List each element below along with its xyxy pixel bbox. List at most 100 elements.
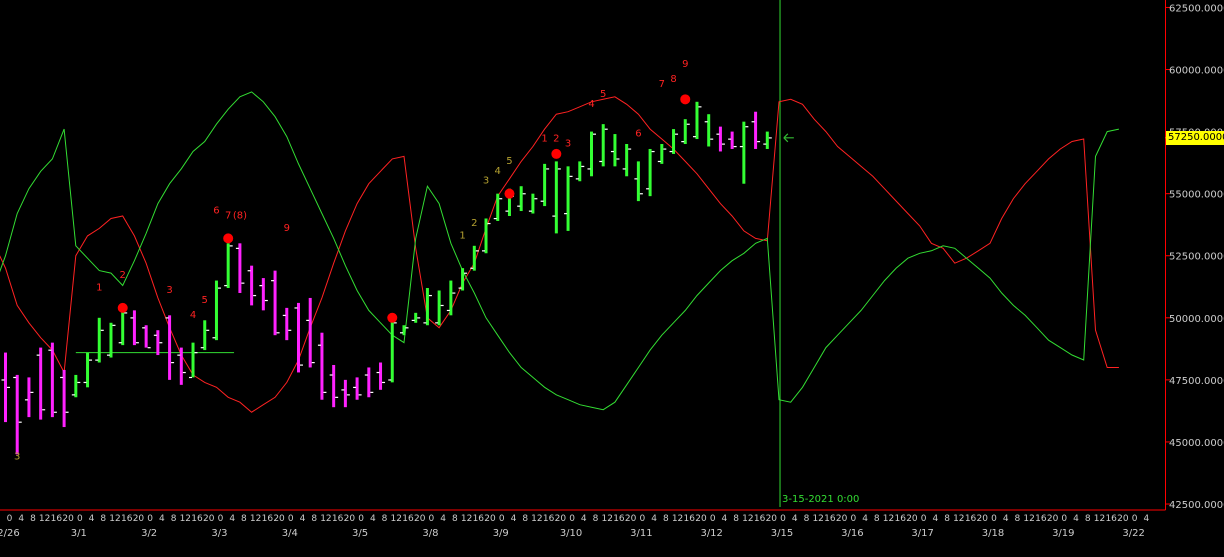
x-hour-label: 12	[1094, 514, 1105, 524]
bar-open-tick	[435, 322, 439, 324]
bar-close-tick	[206, 329, 210, 331]
x-hour-label: 0	[218, 514, 224, 524]
bar-close-tick	[147, 347, 151, 349]
x-hour-label: 0	[780, 514, 786, 524]
bar-range	[27, 377, 31, 418]
x-hour-label: 4	[722, 514, 728, 524]
bar-range	[297, 302, 300, 373]
bar-close-tick	[100, 329, 104, 331]
bar-close-tick	[546, 168, 550, 170]
x-hour-label: 16	[684, 514, 696, 524]
bar-open-tick	[657, 160, 661, 163]
bar-close-tick	[604, 128, 608, 130]
x-hour-label: 0	[921, 514, 927, 524]
x-hour-label: 4	[89, 514, 95, 524]
bar-close-tick	[264, 299, 268, 302]
bar-close-tick	[733, 145, 737, 148]
x-hour-label: 4	[792, 514, 798, 524]
bar-close-tick	[194, 352, 198, 354]
bar-open-tick	[118, 342, 122, 344]
bar-range	[718, 126, 722, 152]
bar-range	[754, 111, 758, 149]
bar-open-tick	[95, 359, 99, 361]
bar-open-tick	[177, 354, 181, 356]
x-hour-label: 8	[874, 514, 880, 524]
bar-open-tick	[751, 121, 755, 123]
x-hour-label: 16	[191, 514, 203, 524]
x-date-label: 3/1	[71, 528, 87, 539]
x-hour-label: 8	[241, 514, 247, 524]
count-label: 9	[284, 223, 290, 234]
x-hour-label: 8	[1015, 514, 1021, 524]
bar-range	[109, 322, 113, 358]
bar-close-tick	[300, 364, 303, 366]
bar-open-tick	[329, 374, 333, 376]
bar-open-tick	[692, 136, 696, 138]
count-label: 6	[635, 129, 641, 140]
bar-range	[414, 312, 418, 323]
bar-open-tick	[634, 178, 638, 180]
bar-open-tick	[353, 386, 357, 389]
bar-open-tick	[235, 247, 239, 249]
x-hour-label: 8	[452, 514, 458, 524]
bar-range	[332, 364, 336, 408]
bar-close-tick	[757, 141, 761, 143]
bar-range	[496, 193, 500, 221]
x-hour-label: 4	[229, 514, 235, 524]
x-hour-label: 0	[640, 514, 646, 524]
x-hour-label: 20	[836, 514, 848, 524]
x-hour-label: 8	[30, 514, 36, 524]
bar-open-tick	[493, 217, 497, 220]
x-hour-label: 0	[77, 514, 83, 524]
x-hour-label: 12	[883, 514, 894, 524]
bar-close-tick	[53, 411, 57, 413]
bar-close-tick	[358, 394, 362, 396]
count-label: 7	[225, 210, 231, 221]
x-hour-label: 0	[1132, 514, 1138, 524]
x-hour-label: 0	[288, 514, 294, 524]
x-date-label: 3/5	[352, 528, 368, 539]
price-chart[interactable]: 3123456 7 (8)9123451 2 34567 89 62500.0000600…	[0, 0, 1224, 553]
x-hour-label: 4	[511, 514, 517, 524]
bar-open-tick	[704, 121, 708, 123]
bar-range	[461, 268, 465, 291]
bar-range	[214, 280, 218, 341]
bar-close-tick	[135, 342, 139, 344]
x-date-label: 2/26	[0, 528, 20, 539]
y-tick-label: 62500.0000	[1169, 3, 1224, 14]
x-hour-label: 0	[710, 514, 716, 524]
bar-close-tick	[370, 391, 374, 393]
bar-close-tick	[42, 409, 46, 411]
x-hour-label: 0	[991, 514, 997, 524]
x-hour-label: 12	[109, 514, 120, 524]
bar-open-tick	[60, 376, 64, 379]
x-hour-label: 4	[159, 514, 165, 524]
bar-close-tick	[534, 198, 538, 200]
bar-close-tick	[569, 175, 573, 177]
bar-range	[261, 278, 265, 311]
count-label: 5	[202, 295, 208, 306]
count-label: 9	[682, 59, 688, 70]
count-label: 5	[506, 156, 512, 167]
bar-close-tick	[311, 361, 315, 364]
x-hour-label: 0	[499, 514, 505, 524]
bar-close-tick	[124, 312, 128, 314]
bar-close-tick	[593, 133, 596, 135]
x-hour-label: 12	[742, 514, 753, 524]
bar-open-tick	[587, 168, 591, 170]
chart-area[interactable]: 3 1 2 3 4 5 6 7 (8) 9 1 2 3 4 5 1 2 3 4 5 6 7 8 9 62500.0000 600…	[0, 0, 1224, 553]
count-label: 4	[190, 310, 196, 321]
bar-range	[636, 161, 640, 202]
x-hour-label: 16	[543, 514, 555, 524]
bar-close-tick	[522, 193, 526, 195]
count-label: 1	[96, 282, 102, 293]
bar-range	[601, 124, 605, 167]
y-tick-label: 50000.0000	[1169, 314, 1224, 325]
bar-range	[285, 307, 289, 341]
bar-range	[554, 161, 558, 234]
x-hour-label: 16	[1035, 514, 1047, 524]
bar-close-tick	[18, 421, 22, 423]
bar-range	[50, 342, 54, 418]
x-date-label: 3/9	[493, 528, 509, 539]
bar-close-tick	[499, 198, 503, 200]
